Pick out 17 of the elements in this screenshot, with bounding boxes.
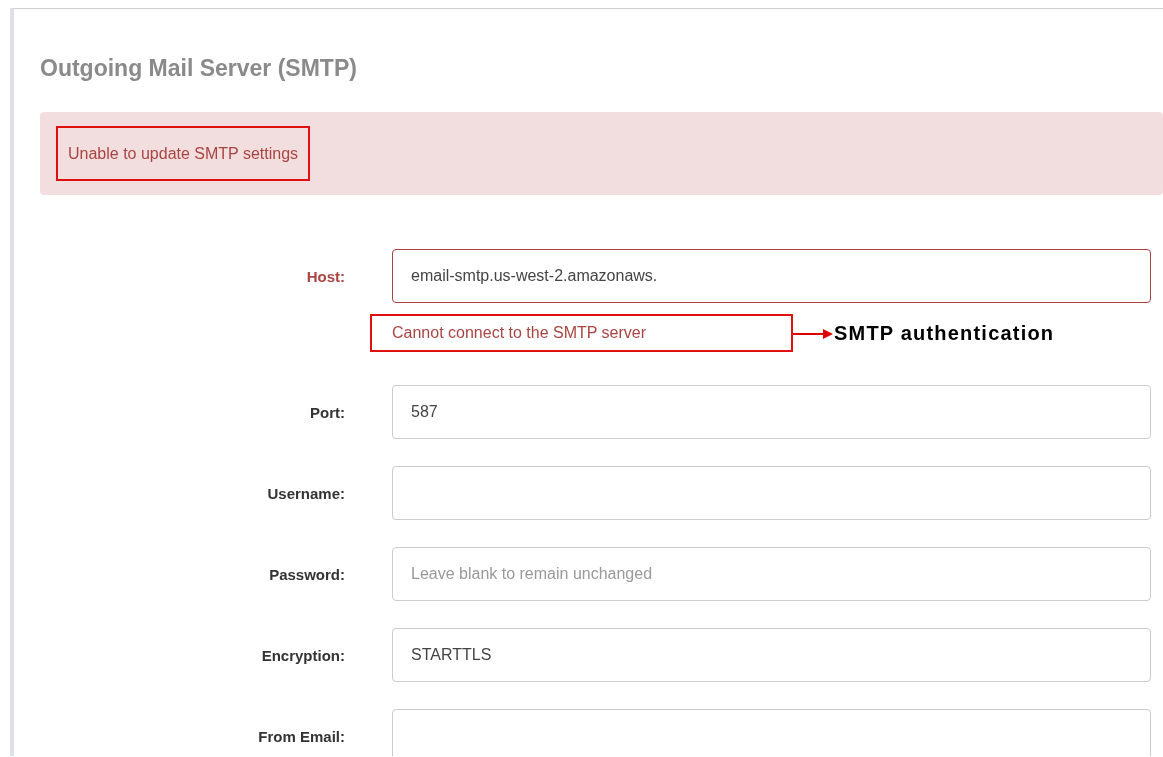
- input-field[interactable]: 587: [392, 385, 1151, 439]
- field-label: Host:: [305, 267, 345, 285]
- alert-message: Unable to update SMTP settings: [68, 144, 299, 163]
- input-field[interactable]: [392, 709, 1151, 756]
- field-label: Encryption:: [260, 646, 345, 664]
- arrow: [793, 328, 833, 340]
- input-field[interactable]: STARTTLS: [392, 628, 1151, 682]
- field-label: From Email:: [257, 727, 345, 745]
- callout-text: SMTP authentication: [834, 321, 1055, 345]
- error-message: Cannot connect to the SMTP server: [392, 324, 647, 342]
- field-label: Username:: [266, 484, 345, 502]
- section-title: Outgoing Mail Server (SMTP): [40, 54, 358, 83]
- input-field[interactable]: [392, 466, 1151, 520]
- input-field[interactable]: email-smtp.us-west-2.amazonaws.: [392, 249, 1151, 303]
- field-label: Password:: [268, 565, 345, 583]
- field-label: Port:: [309, 403, 345, 421]
- input-field[interactable]: Leave blank to remain unchanged: [392, 547, 1151, 601]
